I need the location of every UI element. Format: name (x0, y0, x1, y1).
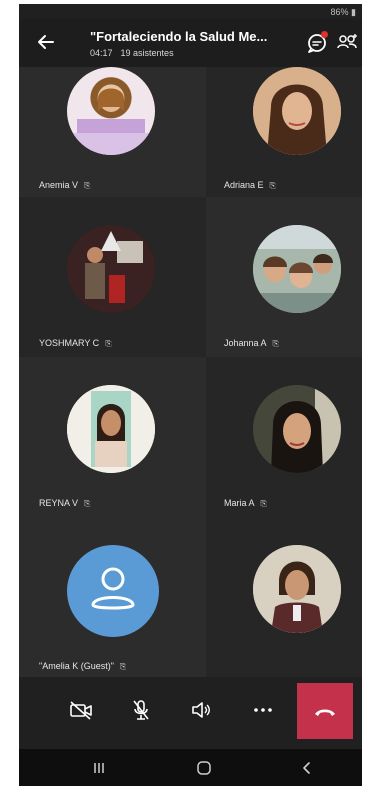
participant-name: Anemia V (39, 180, 79, 190)
more-options-button[interactable] (248, 695, 278, 725)
person-icon (91, 567, 135, 610)
video-grid: Anemia V ⎘ Adriana E ⎘ YOSHMARY C ⎘ Joha… (19, 67, 362, 677)
recents-icon (94, 763, 104, 773)
pin-icon: ⎘ (105, 339, 112, 348)
participant-name-row: Adriana E ⎘ (224, 180, 276, 191)
participant-photo (253, 225, 341, 313)
back-nav-button[interactable] (297, 758, 317, 778)
home-button[interactable] (194, 758, 214, 778)
participant-tile[interactable]: Anemia V ⎘ (19, 67, 206, 197)
participant-name-row: REYNA V ⎘ (39, 498, 90, 509)
camera-off-icon (70, 701, 92, 720)
participant-name-row: Anemia V ⎘ (39, 180, 90, 191)
participant-photo (67, 225, 155, 313)
participant-name: REYNA V (39, 498, 79, 508)
participant-name: Johanna A (224, 338, 267, 348)
participant-name: YOSHMARY C (39, 338, 100, 348)
participant-photo (253, 385, 341, 473)
unread-badge (321, 31, 328, 38)
back-button[interactable] (33, 29, 59, 55)
participant-name: Maria A (224, 498, 255, 508)
mute-button[interactable] (126, 695, 156, 725)
participant-tile[interactable]: Maria A ⎘ (206, 357, 362, 517)
more-icon (254, 708, 272, 712)
participant-tile[interactable]: "Amelia K (Guest)" ⎘ (19, 517, 206, 677)
participant-name: Adriana E (224, 180, 264, 190)
participant-name-row: Johanna A ⎘ (224, 338, 279, 349)
speaker-button[interactable] (187, 695, 217, 725)
pin-icon: ⎘ (272, 339, 279, 348)
home-icon (197, 761, 211, 775)
camera-toggle-button[interactable] (66, 695, 96, 725)
participant-photo (253, 545, 341, 633)
participant-tile[interactable] (206, 517, 362, 677)
pin-icon: ⎘ (119, 662, 127, 671)
pin-icon: ⎘ (84, 181, 91, 190)
back-icon (303, 762, 310, 774)
call-controls (19, 677, 362, 749)
hang-up-button[interactable] (297, 683, 353, 739)
participant-tile[interactable]: YOSHMARY C ⎘ (19, 197, 206, 357)
arrow-left-icon (38, 35, 54, 49)
participants-button[interactable] (334, 30, 360, 56)
participant-photo (67, 385, 155, 473)
pin-icon: ⎘ (269, 181, 276, 190)
meeting-subtitle: 04:17 19 asistentes (90, 48, 182, 58)
participant-name-row: YOSHMARY C ⎘ (39, 338, 112, 349)
android-nav-bar (19, 749, 362, 786)
participant-tile[interactable]: Adriana E ⎘ (206, 67, 362, 197)
chat-button[interactable] (304, 30, 330, 56)
pin-icon: ⎘ (84, 499, 91, 508)
generic-avatar (67, 545, 159, 637)
participant-tile[interactable]: REYNA V ⎘ (19, 357, 206, 517)
participant-photo (253, 67, 341, 155)
phone-screen: 86% ▮ "Fortaleciendo la Salud Me... 04:1… (19, 4, 362, 786)
people-icon (337, 34, 357, 49)
attendee-count: 19 asistentes (120, 48, 174, 58)
pin-icon: ⎘ (260, 499, 267, 508)
mic-off-icon (133, 700, 149, 720)
battery-indicator: 86% ▮ (330, 7, 356, 17)
participant-name-row: Maria A ⎘ (224, 498, 267, 509)
meeting-duration: 04:17 (90, 48, 113, 58)
speaker-icon (192, 702, 210, 718)
meeting-header: "Fortaleciendo la Salud Me... 04:17 19 as… (19, 19, 362, 67)
meeting-title: "Fortaleciendo la Salud Me... (90, 29, 268, 44)
participant-photo (67, 67, 155, 155)
hang-up-icon (315, 709, 335, 716)
participant-tile[interactable]: Johanna A ⎘ (206, 197, 362, 357)
recents-button[interactable] (89, 758, 109, 778)
participant-name-row: "Amelia K (Guest)" ⎘ (39, 661, 126, 672)
participant-name: "Amelia K (Guest)" (39, 661, 114, 671)
